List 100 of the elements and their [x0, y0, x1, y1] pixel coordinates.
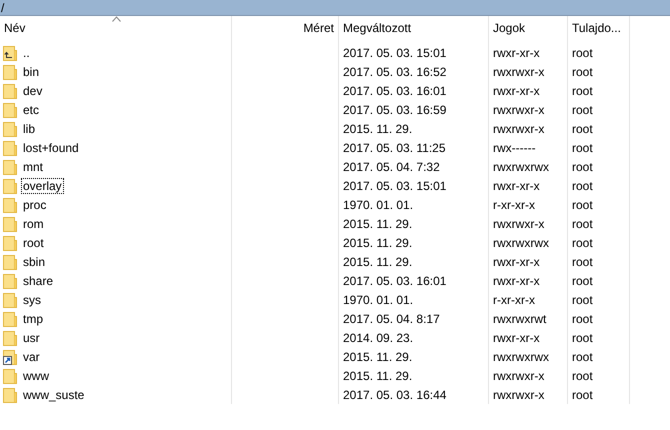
owner-text: root: [572, 102, 593, 118]
permissions-text: rwxrwxrwx: [493, 348, 549, 366]
sort-ascending-icon: [112, 16, 120, 22]
file-name[interactable]: tmp: [21, 310, 46, 326]
folder-icon: [3, 330, 17, 346]
modified-date: 1970. 01. 01.: [343, 292, 414, 308]
folder-icon: [3, 292, 17, 308]
file-name[interactable]: lib: [21, 120, 38, 136]
owner-text: root: [572, 330, 593, 346]
permissions-text: r-xr-xr-x: [493, 196, 535, 214]
permissions-text: rwxr-xr-x: [493, 82, 540, 100]
owner-text: root: [572, 386, 593, 404]
permissions-text: rwxr-xr-x: [493, 272, 540, 290]
owner-text: root: [572, 44, 593, 62]
modified-date: 2015. 11. 29.: [343, 368, 412, 384]
owner-text: root: [572, 140, 593, 156]
folder-icon: [3, 216, 17, 232]
modified-date: 2017. 05. 03. 16:44: [343, 386, 446, 404]
permissions-text: rwxrwxr-x: [493, 216, 544, 232]
modified-date: 2015. 11. 29.: [343, 254, 412, 270]
owner-text: root: [572, 196, 593, 214]
folder-icon: [3, 368, 17, 384]
permissions-text: rwx------: [493, 140, 536, 156]
file-name[interactable]: share: [21, 272, 56, 288]
permissions-text: rwxr-xr-x: [493, 330, 540, 346]
modified-date: 2014. 09. 23.: [343, 330, 414, 346]
owner-text: root: [572, 348, 593, 366]
owner-text: root: [572, 254, 593, 270]
folder-icon: [3, 158, 17, 174]
file-name[interactable]: sys: [21, 292, 43, 308]
file-name[interactable]: proc: [21, 196, 48, 212]
folder-icon: [3, 82, 17, 98]
folder-icon: [3, 140, 17, 156]
folder-icon: [3, 102, 17, 118]
folder-icon: [3, 196, 17, 212]
owner-text: root: [572, 158, 593, 176]
file-name[interactable]: bin: [21, 64, 42, 80]
file-name[interactable]: root: [21, 234, 46, 250]
folder-shortcut-icon: [3, 348, 17, 364]
path-text: /: [0, 0, 4, 14]
folder-icon: [3, 64, 17, 80]
owner-text: root: [572, 234, 593, 252]
modified-date: 2017. 05. 04. 8:17: [343, 310, 440, 328]
modified-date: 2015. 11. 29.: [343, 216, 412, 232]
owner-text: root: [572, 178, 593, 194]
file-name[interactable]: www_suste: [21, 386, 86, 402]
modified-date: 2017. 05. 03. 15:01: [343, 44, 446, 62]
permissions-text: rwxr-xr-x: [493, 254, 540, 270]
file-name[interactable]: lost+found: [21, 140, 81, 156]
owner-text: root: [572, 64, 593, 80]
permissions-text: rwxr-xr-x: [493, 178, 540, 194]
modified-date: 2015. 11. 29.: [343, 234, 412, 252]
modified-date: 2017. 05. 03. 16:52: [343, 64, 446, 80]
folder-icon: [3, 120, 17, 136]
modified-date: 2017. 05. 03. 16:01: [343, 82, 446, 100]
folder-icon: [3, 234, 17, 250]
owner-text: root: [572, 292, 593, 308]
file-name[interactable]: www: [21, 368, 51, 384]
folder-up-icon: [3, 44, 17, 60]
file-name[interactable]: overlay: [21, 178, 64, 194]
modified-date: 2017. 05. 03. 15:01: [343, 178, 446, 194]
file-name[interactable]: dev: [21, 82, 44, 98]
folder-icon: [3, 386, 17, 402]
file-name[interactable]: mnt: [21, 158, 46, 174]
owner-text: root: [572, 120, 593, 138]
permissions-text: rwxrwxr-x: [493, 64, 544, 80]
file-name[interactable]: ..: [21, 44, 32, 60]
permissions-text: rwxrwxr-x: [493, 368, 544, 384]
column-header[interactable]: Tulajdo...: [568, 16, 630, 43]
permissions-text: r-xr-xr-x: [493, 292, 535, 308]
modified-date: 2017. 05. 03. 16:59: [343, 102, 446, 118]
permissions-text: rwxrwxr-x: [493, 386, 544, 404]
permissions-text: rwxr-xr-x: [493, 44, 540, 62]
folder-icon: [3, 254, 17, 270]
permissions-text: rwxrwxr-x: [493, 102, 544, 118]
modified-date: 2015. 11. 29.: [343, 120, 412, 138]
permissions-text: rwxrwxrwx: [493, 234, 549, 252]
owner-text: root: [572, 216, 593, 232]
file-name[interactable]: rom: [21, 216, 46, 232]
modified-date: 2015. 11. 29.: [343, 348, 412, 366]
file-name[interactable]: etc: [21, 102, 42, 118]
folder-icon: [3, 310, 17, 326]
column-header[interactable]: Jogok: [489, 16, 568, 43]
file-name[interactable]: sbin: [21, 254, 48, 270]
owner-text: root: [572, 272, 593, 290]
column-header[interactable]: Név: [0, 16, 232, 43]
modified-date: 2017. 05. 03. 16:01: [343, 272, 446, 290]
file-name[interactable]: usr: [21, 330, 42, 346]
modified-date: 2017. 05. 03. 11:25: [343, 140, 446, 156]
modified-date: 1970. 01. 01.: [343, 196, 414, 214]
owner-text: root: [572, 310, 593, 328]
column-header[interactable]: Megváltozott: [339, 16, 489, 43]
modified-date: 2017. 05. 04. 7:32: [343, 158, 440, 176]
file-name[interactable]: var: [21, 348, 42, 364]
permissions-text: rwxrwxrwx: [493, 158, 549, 176]
owner-text: root: [572, 368, 593, 384]
folder-icon: [3, 178, 17, 194]
column-header[interactable]: Méret: [232, 16, 339, 43]
permissions-text: rwxrwxr-x: [493, 120, 544, 138]
permissions-text: rwxrwxrwt: [493, 310, 546, 328]
